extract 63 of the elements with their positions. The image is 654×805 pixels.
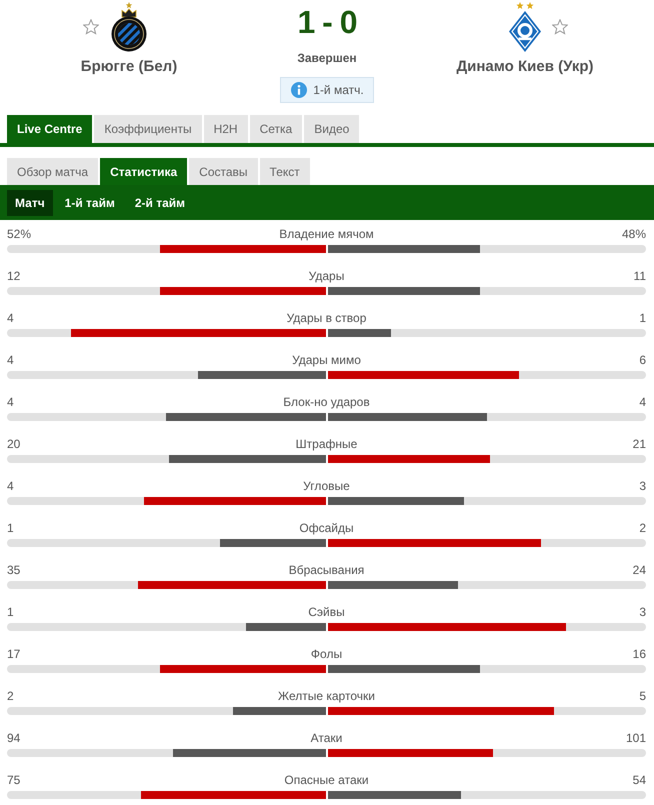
match-status: Завершен (297, 51, 357, 65)
home-value: 4 (7, 353, 14, 367)
home-value: 12 (7, 269, 20, 283)
away-value: 24 (632, 563, 646, 577)
info-text: 1-й матч. (313, 83, 364, 97)
period-tab[interactable]: 1-й тайм (56, 190, 123, 216)
stat-label: Вбрасывания (288, 563, 364, 577)
stat-label: Штрафные (296, 437, 358, 451)
home-value: 4 (7, 311, 14, 325)
away-value: 11 (634, 269, 646, 283)
home-value: 4 (7, 395, 14, 409)
tab[interactable]: Статистика (100, 158, 188, 185)
home-value: 75 (7, 773, 20, 787)
tab[interactable]: Сетка (250, 115, 302, 143)
away-value: 101 (626, 731, 646, 745)
away-value: 48% (622, 227, 646, 241)
tab[interactable]: Составы (189, 158, 258, 185)
period-tab[interactable]: Матч (7, 190, 53, 216)
stat-label: Владение мячом (279, 227, 374, 241)
stat-label: Офсайды (299, 521, 354, 535)
away-value: 21 (632, 437, 646, 451)
home-value: 17 (7, 647, 20, 661)
stat-label: Желтые карточки (278, 689, 375, 703)
home-value: 20 (7, 437, 20, 451)
tab[interactable]: Live Centre (7, 115, 92, 143)
stat-label: Опасные атаки (284, 773, 369, 787)
away-value: 16 (632, 647, 646, 661)
home-value: 2 (7, 689, 14, 703)
stat-label: Угловые (303, 479, 350, 493)
away-value: 5 (639, 689, 646, 703)
stat-label: Атаки (310, 731, 342, 745)
stat-label: Сэйвы (308, 605, 345, 619)
match-score: 1 - 0 (297, 5, 357, 39)
away-value: 54 (632, 773, 646, 787)
club-crest-icon (111, 2, 147, 52)
away-value: 1 (639, 311, 646, 325)
stat-label: Удары мимо (292, 353, 361, 367)
team-name[interactable]: Брюгге (Бел) (80, 58, 178, 76)
stat-label: Фолы (310, 647, 342, 661)
tab[interactable]: Текст (260, 158, 310, 185)
star-icon[interactable] (552, 19, 568, 35)
tab[interactable]: Видео (304, 115, 360, 143)
team-name[interactable]: Динамо Киев (Укр) (456, 58, 594, 76)
away-value: 3 (639, 479, 646, 493)
home-value: 94 (7, 731, 20, 745)
home-value: 4 (7, 479, 14, 493)
stat-label: Удары (308, 269, 344, 283)
tab[interactable]: H2H (204, 115, 248, 143)
away-value: 6 (639, 353, 646, 367)
period-tab[interactable]: 2-й тайм (126, 190, 194, 216)
tab[interactable]: Обзор матча (7, 158, 98, 185)
info-icon (291, 82, 308, 98)
home-value: 52% (7, 227, 32, 241)
away-value: 3 (639, 605, 646, 619)
stat-label: Удары в створ (286, 311, 366, 325)
tab[interactable]: Коэффициенты (94, 115, 202, 143)
star-icon[interactable] (83, 19, 99, 35)
home-value: 1 (7, 605, 14, 619)
stat-label: Блок-но ударов (283, 395, 370, 409)
home-value: 1 (7, 521, 14, 535)
away-value: 2 (639, 521, 646, 535)
home-value: 35 (7, 563, 20, 577)
away-value: 4 (639, 395, 646, 409)
